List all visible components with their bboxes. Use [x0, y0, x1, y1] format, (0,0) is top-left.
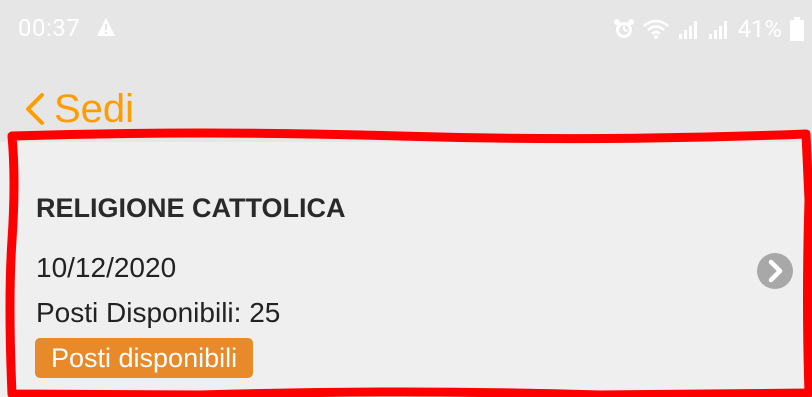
battery-icon — [790, 17, 804, 41]
card-date: 10/12/2020 — [36, 252, 177, 283]
back-button[interactable]: Sedi — [20, 84, 134, 134]
alarm-icon — [614, 19, 635, 38]
battery-percent: 41% — [737, 15, 782, 43]
status-badge: Posti disponibili — [35, 338, 254, 378]
status-bar: 00:37 41% — [0, 0, 812, 64]
signal-icon — [679, 21, 698, 39]
chevron-right-circle-icon[interactable] — [755, 251, 795, 291]
chevron-left-icon — [26, 93, 44, 125]
card-posti-count: Posti Disponibili: 25 — [36, 297, 281, 328]
wifi-icon — [643, 19, 670, 39]
status-icons: 41% — [613, 14, 804, 44]
back-label: Sedi — [54, 87, 135, 131]
status-time: 00:37 — [18, 14, 81, 42]
signal-icon — [709, 21, 728, 39]
warning-icon — [97, 18, 115, 36]
card-title: RELIGIONE CATTOLICA — [36, 193, 346, 223]
